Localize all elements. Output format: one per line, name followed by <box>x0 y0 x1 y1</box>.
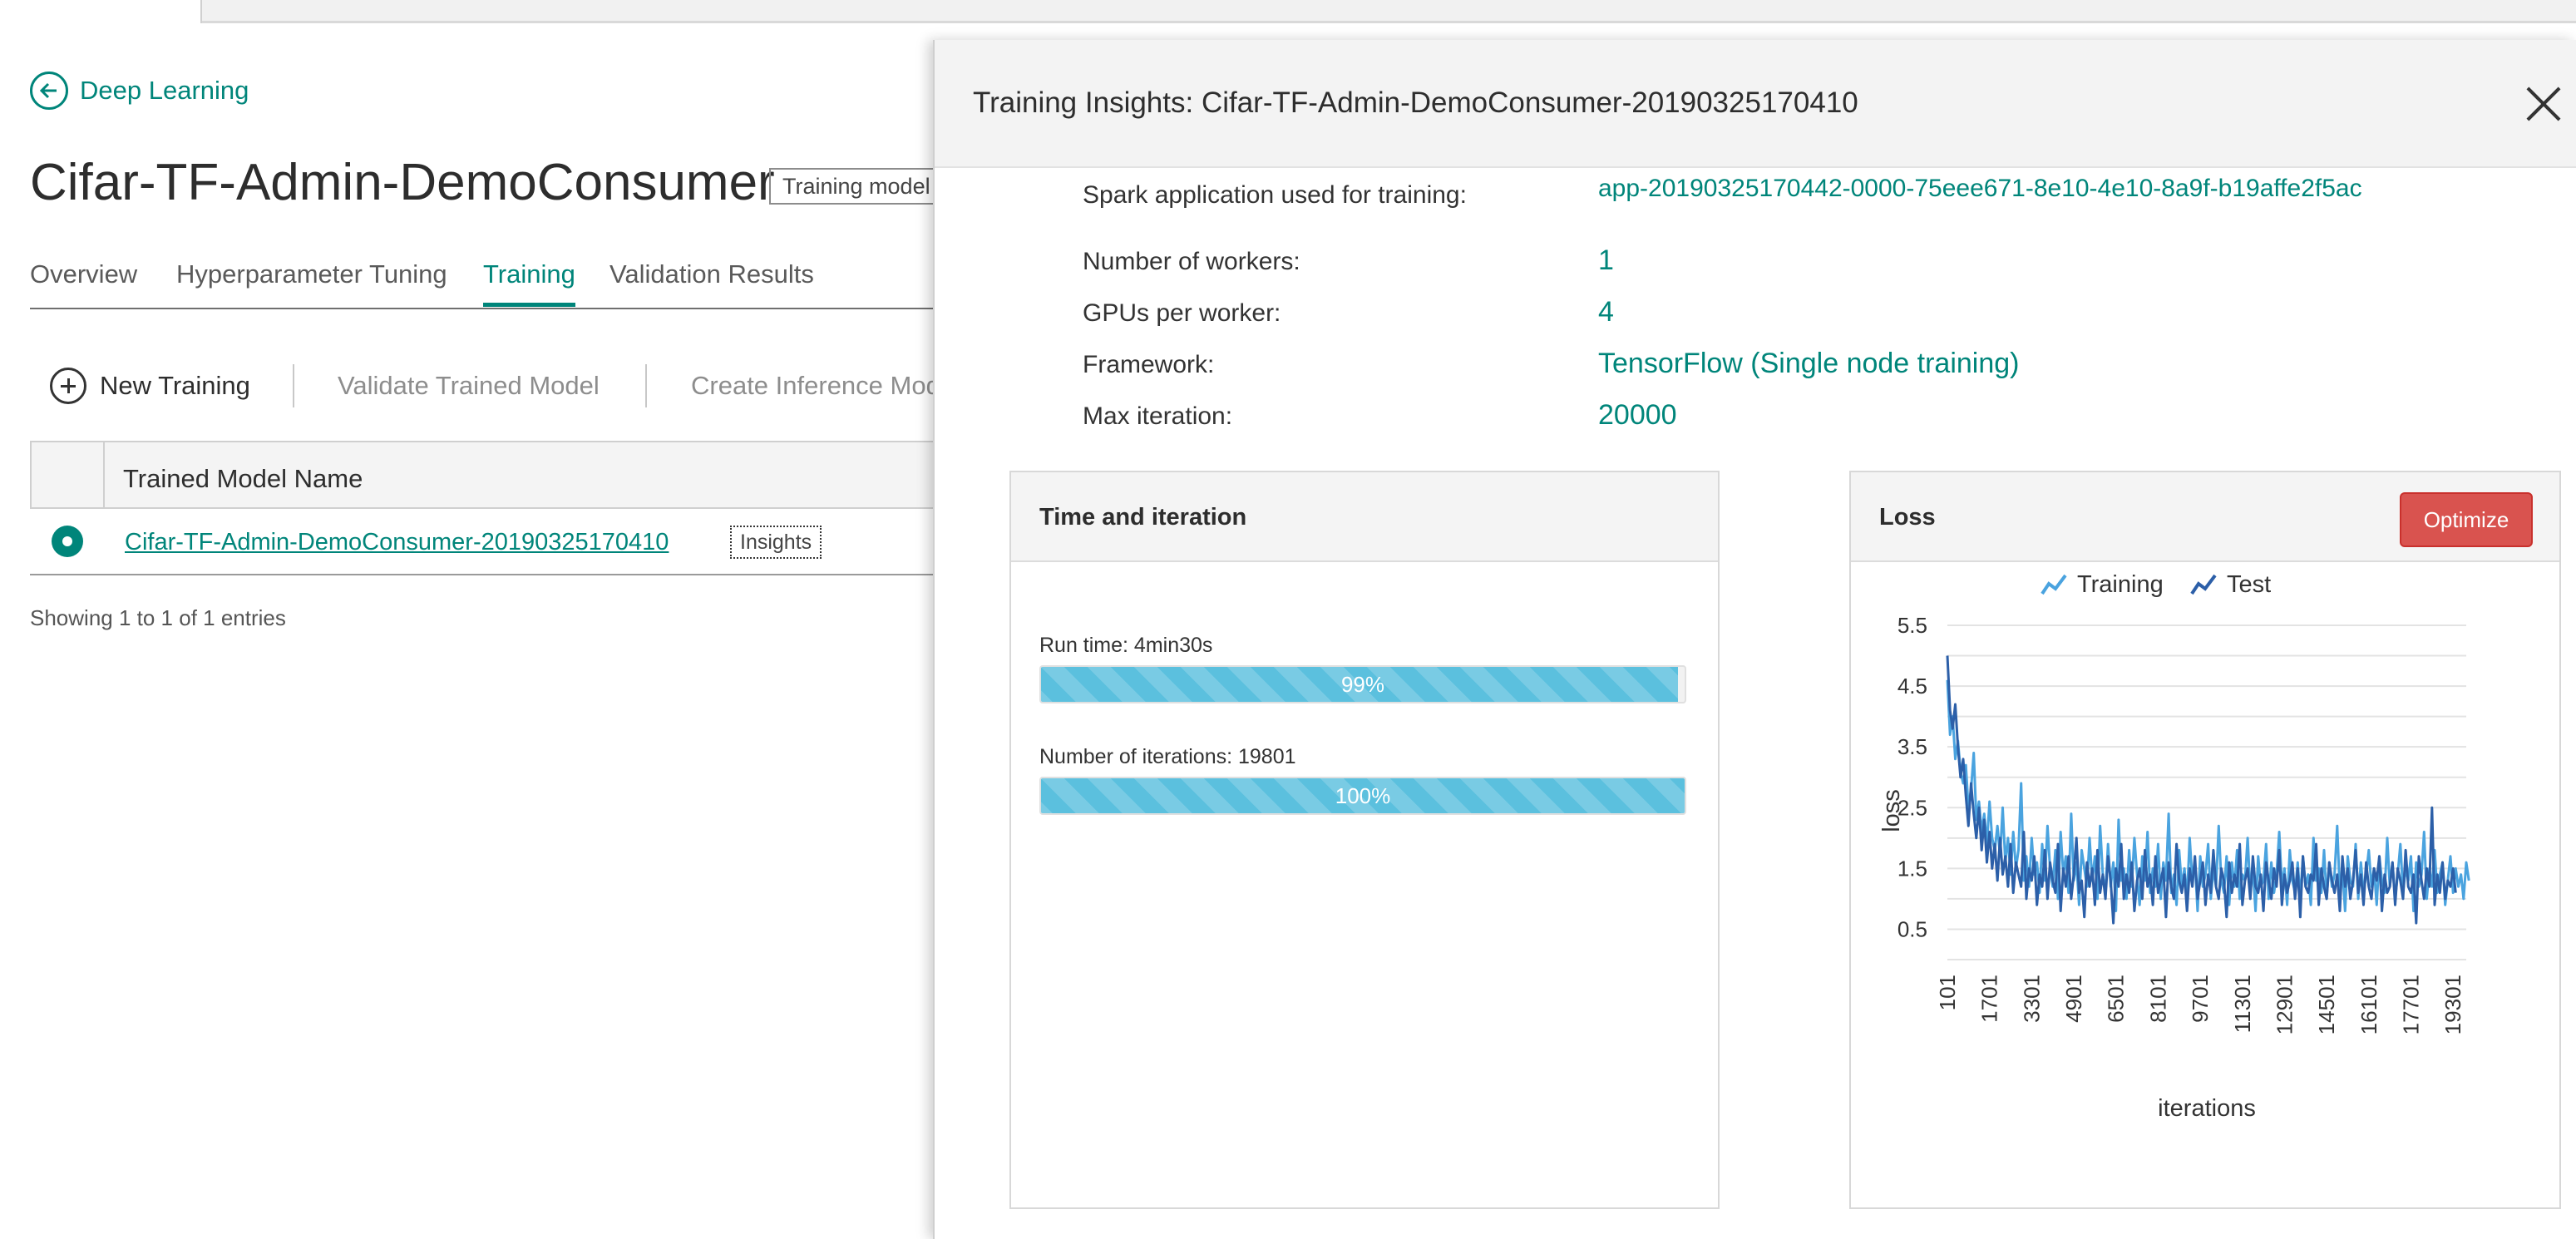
legend-label-training: Training <box>2077 571 2164 598</box>
column-header-model-name: Trained Model Name <box>123 464 363 493</box>
insights-button[interactable]: Insights <box>730 526 822 559</box>
runtime-progress-bar: 99% <box>1039 665 1686 703</box>
legend-line-icon <box>2190 574 2217 595</box>
x-tick-label: 9701 <box>2188 975 2213 1023</box>
toolbar-divider <box>293 364 294 407</box>
panel-title: Training Insights: Cifar-TF-Admin-DemoCo… <box>973 86 1858 119</box>
create-inference-model-button[interactable]: Create Inference Model <box>691 363 960 409</box>
panel-header: Training Insights: Cifar-TF-Admin-DemoCo… <box>935 40 2576 168</box>
table-entries-info: Showing 1 to 1 of 1 entries <box>30 605 286 630</box>
plus-circle-icon <box>50 368 86 404</box>
gpus-value: 4 <box>1598 296 1614 328</box>
iterations-label: Number of iterations: 19801 <box>1039 745 1296 768</box>
x-tick-label: 6501 <box>2104 975 2129 1023</box>
workers-value: 1 <box>1598 244 1614 276</box>
select-column-header <box>30 442 105 509</box>
card-header: Loss Optimize <box>1851 472 2559 562</box>
tab-validation-results[interactable]: Validation Results <box>609 259 814 289</box>
x-tick-label: 8101 <box>2145 975 2170 1023</box>
toolbar-divider <box>645 364 647 407</box>
tab-training[interactable]: Training <box>483 259 575 307</box>
workers-label: Number of workers: <box>1083 248 1300 275</box>
max-iteration-label: Max iteration: <box>1083 402 1233 430</box>
x-tick-label: 17701 <box>2398 975 2423 1034</box>
table-header: Trained Model Name <box>30 441 945 509</box>
trained-models-table: Trained Model Name Cifar-TF-Admin-DemoCo… <box>30 441 945 575</box>
x-tick-label: 16101 <box>2356 975 2381 1034</box>
action-toolbar: New Training Validate Trained Model Crea… <box>30 363 960 409</box>
browser-tab[interactable] <box>0 0 202 23</box>
back-link-label: Deep Learning <box>80 76 249 105</box>
y-tick-label: 3.5 <box>1897 734 1927 759</box>
time-iteration-title: Time and iteration <box>1039 504 1247 531</box>
loss-title: Loss <box>1879 504 1936 531</box>
x-tick-label: 11301 <box>2230 975 2255 1033</box>
x-tick-label: 1701 <box>1977 975 2002 1023</box>
arrow-left-circle-icon <box>30 72 68 110</box>
y-tick-label: 5.5 <box>1897 613 1927 638</box>
x-tick-label: 101 <box>1935 975 1960 1010</box>
training-insights-panel: Training Insights: Cifar-TF-Admin-DemoCo… <box>933 40 2576 1239</box>
back-link-deep-learning[interactable]: Deep Learning <box>30 72 249 110</box>
card-header: Time and iteration <box>1011 472 1718 562</box>
x-axis-title: iterations <box>2158 1095 2256 1122</box>
new-training-label: New Training <box>100 371 250 400</box>
legend-label-test: Test <box>2227 571 2271 598</box>
tab-overview[interactable]: Overview <box>30 259 137 289</box>
x-tick-label: 19301 <box>2440 975 2465 1034</box>
time-iteration-card: Time and iteration Run time: 4min30s 99%… <box>1009 471 1720 1209</box>
table-row: Cifar-TF-Admin-DemoConsumer-201903251704… <box>30 509 945 575</box>
row-select-radio[interactable] <box>52 526 83 557</box>
iterations-progress-text: 100% <box>1335 783 1391 808</box>
loss-card: Loss Optimize 0.5 1.5 2.5 3.5 4.5 5.5 101 1701 3… <box>1849 471 2561 1209</box>
tab-hyperparameter-tuning[interactable]: Hyperparameter Tuning <box>176 259 447 289</box>
validate-trained-model-button[interactable]: Validate Trained Model <box>338 363 600 409</box>
x-tick-label: 14501 <box>2314 975 2339 1034</box>
legend-line-icon <box>2041 574 2067 595</box>
x-tick-label: 3301 <box>2019 975 2044 1023</box>
spark-app-value[interactable]: app-20190325170442-0000-75eee671-8e10-4e… <box>1598 175 2362 203</box>
max-iteration-value: 20000 <box>1598 399 1677 431</box>
y-tick-label: 4.5 <box>1897 674 1927 698</box>
spark-app-label: Spark application used for training: <box>1083 181 1467 209</box>
trained-model-link[interactable]: Cifar-TF-Admin-DemoConsumer-201903251704… <box>125 529 669 556</box>
x-tick-label: 12901 <box>2272 975 2297 1034</box>
browser-tab-strip <box>0 0 2576 23</box>
tab-bar: Overview Hyperparameter Tuning Training … <box>30 254 945 309</box>
framework-value: TensorFlow (Single node training) <box>1598 348 2020 379</box>
loss-chart: 0.51.52.53.54.55.5101 1701 3301 4901 6501 810… <box>1878 571 2470 1122</box>
y-tick-label: 1.5 <box>1897 856 1927 881</box>
page-title: Cifar-TF-Admin-DemoConsumer <box>30 154 775 211</box>
iterations-progress-bar: 100% <box>1039 777 1686 815</box>
framework-label: Framework: <box>1083 351 1215 378</box>
optimize-button[interactable]: Optimize <box>2400 492 2533 547</box>
new-training-button[interactable]: New Training <box>50 363 250 409</box>
y-tick-label: 0.5 <box>1897 916 1927 941</box>
runtime-progress-text: 99% <box>1340 672 1385 697</box>
x-tick-label: 4901 <box>2061 975 2086 1023</box>
gpus-label: GPUs per worker: <box>1083 299 1281 327</box>
y-axis-title: loss <box>1878 789 1905 832</box>
runtime-label: Run time: 4min30s <box>1039 634 1213 657</box>
model-type-badge: Training model <box>769 168 944 205</box>
close-icon[interactable] <box>2526 86 2561 121</box>
